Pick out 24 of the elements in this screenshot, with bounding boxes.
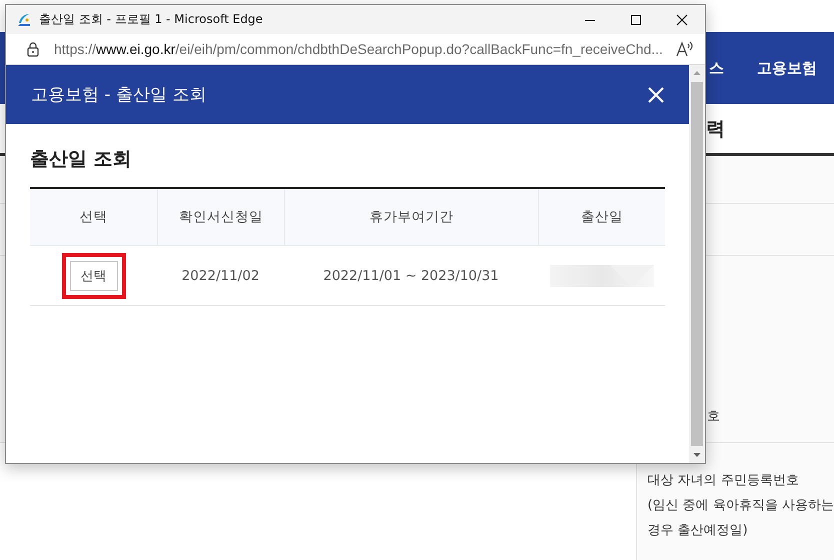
nav-item[interactable]: 고용보험 [757, 58, 817, 78]
field-label: (임신 중에 육아휴직을 사용하는 [648, 497, 834, 515]
field-label: 경우 출산예정일) [648, 522, 749, 540]
field-label: 대상 자녀의 주민등록번호 [648, 472, 800, 490]
address-field[interactable]: https://www.ei.go.kr/ei/eih/pm/common/chdbthDeSearchPopup.do?callBackFunc=fn_receiveChd... [54, 41, 671, 57]
select-button[interactable]: 선택 [70, 260, 118, 290]
section-heading: 력 [706, 116, 725, 142]
lock-icon [26, 41, 40, 57]
scrollbar[interactable] [689, 65, 705, 463]
nav-item[interactable]: 스 [709, 58, 724, 78]
table-cell: 2022/11/02 [182, 268, 260, 284]
column-header: 확인서신청일 [157, 189, 284, 245]
window-title: 출산일 조회 - 프로필 1 - Microsoft Edge [39, 11, 263, 28]
column-header: 휴가부여기간 [284, 189, 538, 245]
close-icon[interactable] [647, 86, 665, 104]
field-label: 호 [707, 408, 720, 425]
table-cell: 2022/11/01 ~ 2023/10/31 [323, 268, 499, 284]
section-title: 출산일 조회 [30, 147, 133, 172]
app-icon [16, 12, 32, 28]
popup-title: 고용보험 - 출산일 조회 [31, 84, 206, 106]
scroll-thumb[interactable] [691, 82, 703, 446]
read-aloud-icon[interactable] [675, 40, 695, 58]
column-header: 출산일 [538, 189, 665, 245]
column-header: 선택 [78, 208, 108, 227]
